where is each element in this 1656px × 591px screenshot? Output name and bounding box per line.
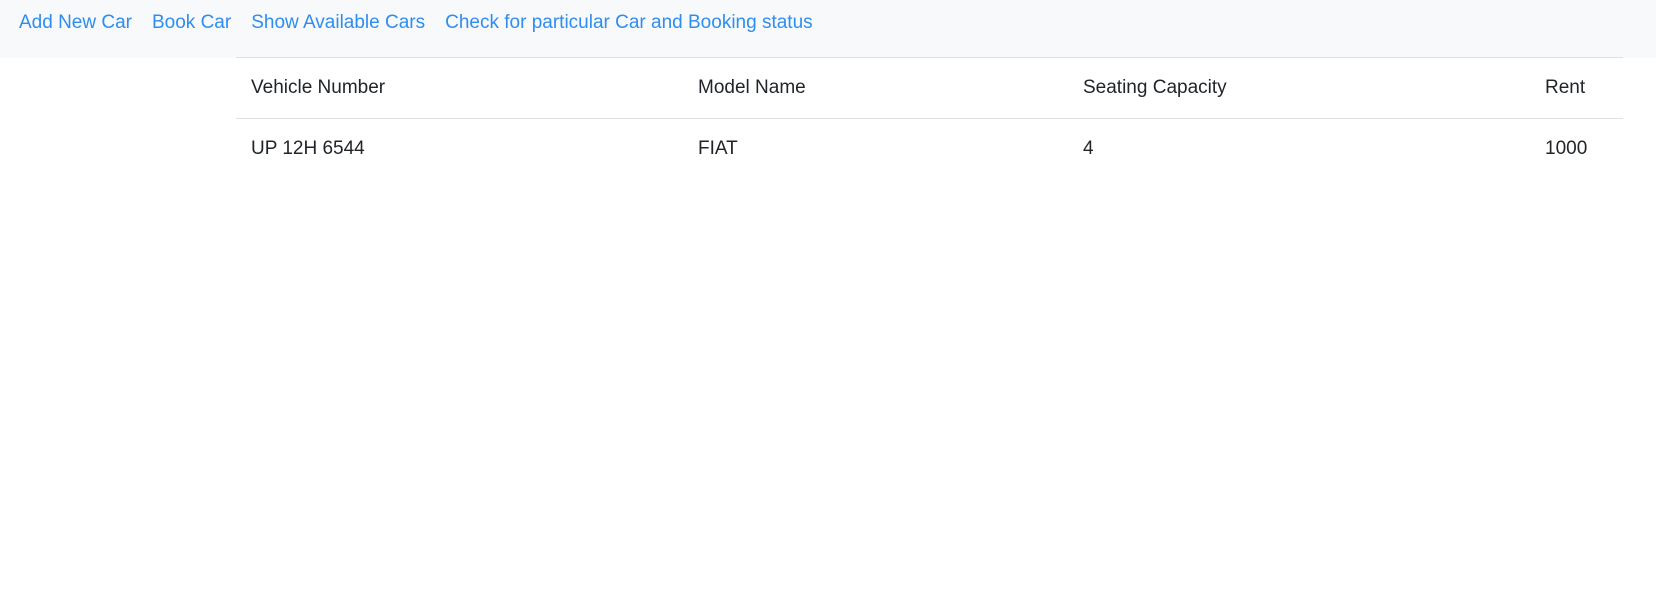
cell-seating-capacity: 4 — [1083, 138, 1094, 160]
nav-link-show-available-cars[interactable]: Show Available Cars — [251, 12, 425, 33]
nav-links: Add New Car Book Car Show Available Cars… — [0, 0, 1656, 46]
cell-rent: 1000 — [1545, 138, 1588, 160]
cars-table: Vehicle Number Model Name Seating Capaci… — [236, 57, 1623, 180]
nav-link-book-car[interactable]: Book Car — [152, 12, 231, 33]
cell-vehicle-number: UP 12H 6544 — [251, 138, 365, 160]
table-row: UP 12H 6544 FIAT 4 1000 — [236, 119, 1623, 180]
nav-link-add-new-car[interactable]: Add New Car — [19, 12, 132, 33]
top-navbar: Add New Car Book Car Show Available Cars… — [0, 0, 1656, 58]
cars-table-container: Vehicle Number Model Name Seating Capaci… — [236, 57, 1623, 180]
header-row: Vehicle Number Model Name Seating Capaci… — [236, 57, 1623, 119]
header-vehicle-number: Vehicle Number — [251, 77, 386, 98]
table-body: UP 12H 6544 FIAT 4 1000 — [236, 119, 1623, 180]
header-rent: Rent — [1545, 77, 1586, 98]
nav-link-check-car-booking-status[interactable]: Check for particular Car and Booking sta… — [445, 12, 813, 33]
table-header: Vehicle Number Model Name Seating Capaci… — [236, 57, 1623, 119]
cell-model-name: FIAT — [698, 138, 738, 160]
header-seating-capacity: Seating Capacity — [1083, 77, 1227, 98]
header-model-name: Model Name — [698, 77, 806, 98]
